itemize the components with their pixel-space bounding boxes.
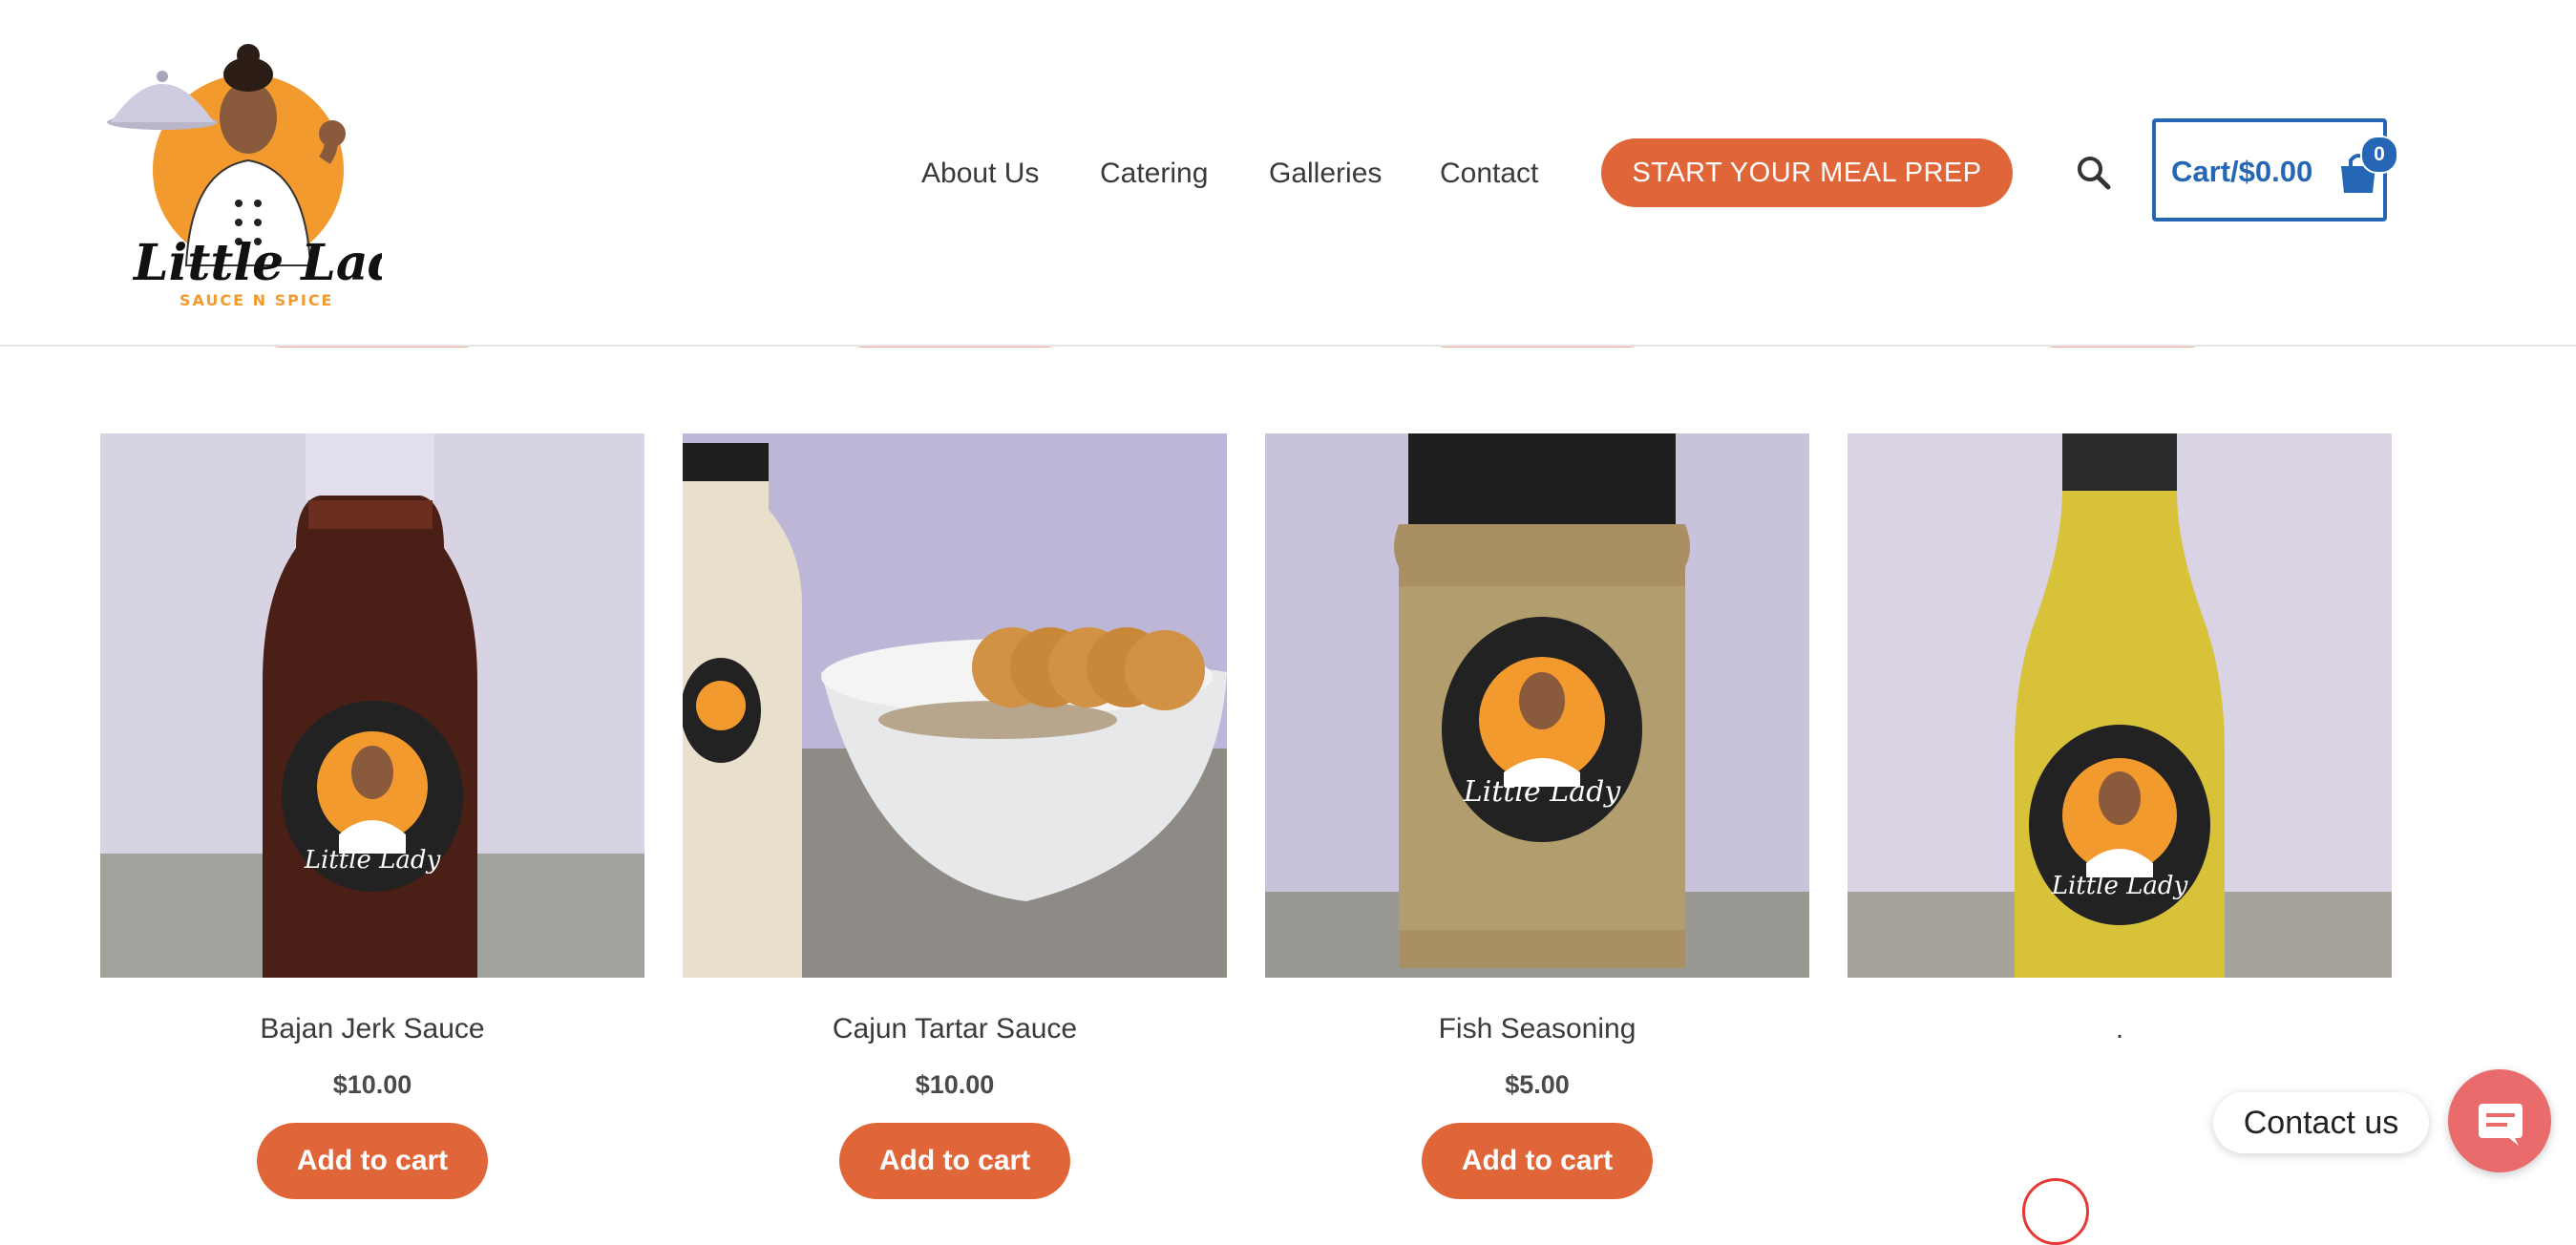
product-image[interactable]: Little Lady bbox=[1848, 433, 2392, 978]
product-title[interactable]: Bajan Jerk Sauce bbox=[100, 1010, 644, 1048]
contact-us-label[interactable]: Contact us bbox=[2213, 1092, 2429, 1153]
nav-contact[interactable]: Contact bbox=[1440, 153, 1538, 195]
product-price: $10.00 bbox=[915, 1070, 995, 1099]
cart-button[interactable]: Cart/$0.00 0 bbox=[2152, 118, 2398, 222]
chat-icon bbox=[2479, 1104, 2523, 1146]
site-header: Little Lady SAUCE N SPICE About Us Cater… bbox=[0, 0, 2576, 347]
product-card: Cajun Tartar Sauce $10.00 Add to cart bbox=[683, 433, 1227, 1199]
chat-button[interactable] bbox=[2448, 1069, 2551, 1172]
product-price: $5.00 bbox=[1505, 1070, 1570, 1099]
start-meal-prep-button[interactable]: START YOUR MEAL PREP bbox=[1601, 138, 2013, 207]
svg-text:Little Lady: Little Lady bbox=[1463, 775, 1622, 809]
product-image[interactable]: Little Lady bbox=[100, 433, 644, 978]
svg-text:Little Lady: Little Lady bbox=[304, 846, 441, 875]
product-card: Little Lady Fish Seasoning $5.00 Add to … bbox=[1265, 433, 1809, 1199]
svg-text:Little Lady: Little Lady bbox=[132, 234, 382, 292]
product-title[interactable]: . bbox=[1848, 1010, 2392, 1048]
add-to-cart-button[interactable]: Add to cart bbox=[839, 1123, 1070, 1199]
site-logo[interactable]: Little Lady SAUCE N SPICE bbox=[95, 27, 435, 313]
nav-catering[interactable]: Catering bbox=[1100, 153, 1208, 195]
add-to-cart-button[interactable]: Add to cart bbox=[1422, 1123, 1653, 1199]
add-to-cart-button[interactable]: Add to cart bbox=[257, 1123, 488, 1199]
product-title[interactable]: Fish Seasoning bbox=[1265, 1010, 1809, 1048]
nav-galleries[interactable]: Galleries bbox=[1269, 153, 1382, 195]
product-image[interactable] bbox=[683, 433, 1227, 978]
product-price: $10.00 bbox=[332, 1070, 412, 1099]
svg-text:Little Lady: Little Lady bbox=[2051, 872, 2188, 900]
product-title[interactable]: Cajun Tartar Sauce bbox=[683, 1010, 1227, 1048]
cart-count-badge: 0 bbox=[2360, 136, 2398, 174]
search-icon[interactable] bbox=[2072, 151, 2118, 197]
product-card: Little Lady . bbox=[1848, 433, 2392, 1048]
svg-text:SAUCE N SPICE: SAUCE N SPICE bbox=[179, 291, 333, 309]
scroll-to-top-button[interactable] bbox=[2022, 1178, 2089, 1245]
product-card: Little Lady Bajan Jerk Sauce $10.00 Add … bbox=[100, 433, 644, 1199]
nav-about-us[interactable]: About Us bbox=[921, 153, 1039, 195]
cart-total: Cart/$0.00 bbox=[2171, 155, 2313, 188]
product-image[interactable]: Little Lady bbox=[1265, 433, 1809, 978]
